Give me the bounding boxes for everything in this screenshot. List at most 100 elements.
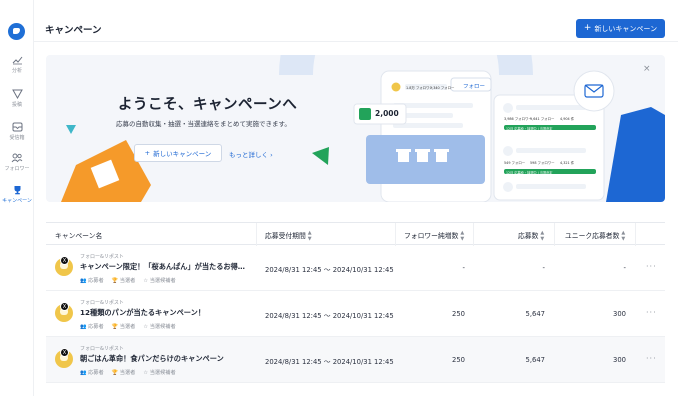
entries-cell: 5,647 (525, 310, 545, 318)
sidebar-item-label: キャンペーン (2, 198, 32, 204)
entries-cell: 5,647 (525, 356, 545, 364)
banner-title: ようこそ、キャンペーンへ (118, 97, 298, 113)
sort-icon: ▲ ▼ (460, 230, 465, 242)
sidebar-item-posts[interactable]: 投稿 (0, 89, 34, 108)
sort-icon: ▲ ▼ (540, 230, 545, 242)
column-header-label: ユニーク応募者数 (565, 232, 620, 240)
column-divider (473, 223, 474, 246)
table-row[interactable]: X フォロー&リポスト キャンペーン限定！「桜あんぱん」が当たるお得なキ… 👥 … (46, 245, 665, 291)
table-row[interactable]: X フォロー&リポスト 12種類のパンが当たるキャンペーン！ 👥 応募者 🏆 当… (46, 291, 665, 337)
welcome-banner: フォロー 2,000 1.8万 フォロワー 2,340 フォロー 3,986 フ… (46, 55, 665, 202)
column-header-name: キャンペーン名 (55, 232, 103, 240)
illustration-stat: 4,904 件 (560, 117, 575, 121)
sidebar-item-followers[interactable]: フォロワー (0, 153, 34, 172)
illustration-stat: 5,641 フォロー (530, 117, 555, 121)
winners-link[interactable]: 🏆 当選者 (112, 323, 136, 330)
campaign-name[interactable]: キャンペーン限定！「桜あんぱん」が当たるお得なキ… (80, 262, 252, 272)
column-header-period[interactable]: 応募受付期間 ▲ ▼ (265, 230, 312, 242)
sidebar-item-campaign[interactable]: キャンペーン (0, 185, 34, 204)
banner-new-campaign-label: 新しいキャンペーン (153, 150, 212, 158)
learn-more-link[interactable]: もっと詳しく › (229, 149, 273, 159)
entries-cell: - (542, 264, 545, 272)
campaign-links: 👥 応募者 🏆 当選者 ☆ 当選候補者 (80, 369, 176, 376)
new-campaign-button-label: 新しいキャンペーン (594, 24, 658, 33)
column-divider (554, 223, 555, 246)
column-divider (256, 223, 257, 246)
applicants-link[interactable]: 👥 応募者 (80, 277, 104, 284)
more-options-icon[interactable]: ··· (646, 308, 657, 317)
illustration-stat: 549 フォロー (504, 161, 526, 165)
new-campaign-button[interactable]: + 新しいキャンペーン (576, 19, 665, 38)
illustration-stat: 4,321 件 (560, 161, 575, 165)
column-header-label: 応募数 (518, 232, 539, 240)
banner-new-campaign-button[interactable]: + 新しいキャンペーン (134, 144, 222, 162)
campaign-type: フォロー&リポスト (80, 300, 124, 306)
illustration-stat: 598 フォロワー (530, 161, 555, 165)
more-options-icon[interactable]: ··· (646, 354, 657, 363)
candidates-link[interactable]: ☆ 当選候補者 (143, 323, 175, 330)
winners-link[interactable]: 🏆 当選者 (112, 277, 136, 284)
sidebar: 分析 投稿 受信箱 フォロワー キャンペーン (0, 0, 34, 396)
winners-link[interactable]: 🏆 当選者 (112, 369, 136, 376)
banner-illustration (61, 55, 665, 202)
applicants-link[interactable]: 👥 応募者 (80, 323, 104, 330)
banner-subtitle: 応募の自動収集・抽選・当選連絡をまとめて実施できます。 (116, 120, 291, 128)
campaign-name[interactable]: 12種類のパンが当たるキャンペーン！ (80, 308, 252, 318)
column-header-label: フォロワー純増数 (404, 232, 459, 240)
users-icon (11, 153, 23, 163)
followers-cell: 250 (452, 310, 465, 318)
illustration-stat: 2,340 フォロー (430, 86, 455, 90)
x-platform-icon: X (60, 348, 69, 357)
sidebar-item-label: 投稿 (11, 102, 22, 108)
table-header: キャンペーン名 応募受付期間 ▲ ▼ フォロワー純増数 ▲ ▼ 応募数 ▲ ▼ ユニーク応募… (46, 222, 665, 246)
x-platform-icon: X (60, 302, 69, 311)
table-row[interactable]: X フォロー&リポスト 朝ごはん革命！食パンだらけのキャンペーン 👥 応募者 🏆… (46, 337, 665, 383)
campaign-links: 👥 応募者 🏆 当選者 ☆ 当選候補者 (80, 323, 176, 330)
unique-cell: 300 (613, 356, 626, 364)
illustration-stat: 1.8万 フォロワー (406, 86, 433, 90)
followers-cell: 250 (452, 356, 465, 364)
period-cell: 2024/8/31 12:45 〜 2024/10/31 12:45 (265, 266, 394, 274)
page-header: キャンペーン + 新しいキャンペーン (34, 14, 678, 42)
illustration-stat: 3,986 フォロワー (504, 117, 532, 121)
close-icon[interactable]: × (643, 64, 651, 74)
campaign-type: フォロー&リポスト (80, 346, 124, 352)
sort-icon: ▲ ▼ (621, 230, 626, 242)
sidebar-item-label: フォロワー (4, 166, 30, 172)
column-header-label: 応募受付期間 (265, 232, 306, 240)
plus-icon: + (583, 23, 592, 33)
plus-icon: + (144, 149, 151, 157)
trophy-icon (14, 186, 20, 195)
column-header-entries[interactable]: 応募数 ▲ ▼ (518, 230, 544, 242)
inbox-icon (12, 122, 22, 132)
campaign-table: キャンペーン名 応募受付期間 ▲ ▼ フォロワー純増数 ▲ ▼ 応募数 ▲ ▼ ユニーク応募… (46, 222, 665, 383)
sidebar-item-inbox[interactable]: 受信箱 (0, 122, 34, 141)
unique-cell: - (623, 264, 626, 272)
sort-icon: ▲ ▼ (307, 230, 312, 242)
campaign-name[interactable]: 朝ごはん革命！食パンだらけのキャンペーン (80, 354, 252, 364)
illustration-badge: 12月 応募枠・抽選中 | 当選決定 (506, 171, 553, 175)
column-header-unique[interactable]: ユニーク応募者数 ▲ ▼ (565, 230, 625, 242)
points-value: 2,000 (375, 109, 399, 118)
logo-icon[interactable] (8, 23, 25, 40)
sidebar-item-label: 分析 (11, 68, 22, 74)
column-header-followers[interactable]: フォロワー純増数 ▲ ▼ (404, 230, 464, 242)
campaign-links: 👥 応募者 🏆 当選者 ☆ 当選候補者 (80, 277, 176, 284)
x-platform-icon: X (60, 256, 69, 265)
applicants-link[interactable]: 👥 応募者 (80, 369, 104, 376)
sidebar-item-analytics[interactable]: 分析 (0, 55, 34, 74)
more-options-icon[interactable]: ··· (646, 262, 657, 271)
period-cell: 2024/8/31 12:45 〜 2024/10/31 12:45 (265, 358, 394, 366)
illustration-badge: 12月 応募枠・抽選中 | 当選決定 (506, 127, 553, 131)
column-divider (395, 223, 396, 246)
unique-cell: 300 (613, 310, 626, 318)
followers-cell: - (462, 264, 465, 272)
column-divider (635, 223, 636, 246)
candidates-link[interactable]: ☆ 当選候補者 (143, 369, 175, 376)
send-icon (11, 89, 23, 99)
page-title: キャンペーン (45, 25, 102, 36)
chart-line-icon (12, 56, 22, 65)
campaign-type: フォロー&リポスト (80, 254, 124, 260)
follow-chip-label: フォロー (463, 84, 486, 90)
candidates-link[interactable]: ☆ 当選候補者 (143, 277, 175, 284)
